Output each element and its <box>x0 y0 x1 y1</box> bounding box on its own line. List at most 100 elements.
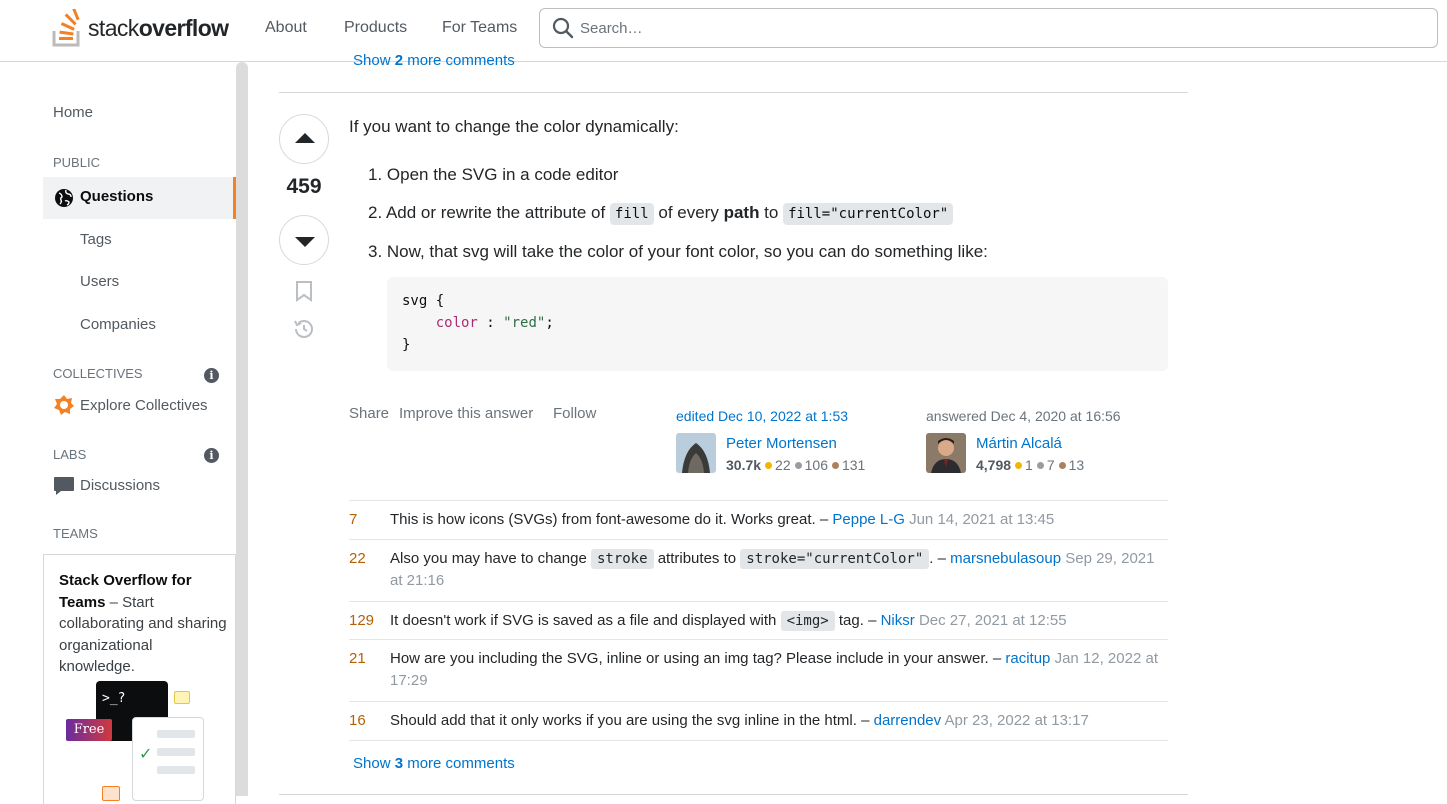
inline-code: fill="currentColor" <box>783 203 954 225</box>
downvote-button[interactable] <box>279 215 329 265</box>
search-input[interactable] <box>580 17 1420 39</box>
prev-show-text: Show <box>353 52 391 69</box>
bold-text: path <box>723 203 760 222</box>
bronze-badge-icon <box>831 462 839 470</box>
list-item-text: 2. Add or rewrite the attribute of <box>368 203 610 222</box>
more-comment-count: 3 <box>394 755 404 772</box>
avatar[interactable] <box>676 433 716 473</box>
answer-intro: If you want to change the color dynamica… <box>349 117 679 136</box>
silver-badge-icon <box>794 462 802 470</box>
list-item: 3. Now, that svg will take the color of … <box>368 242 988 261</box>
share-link[interactable]: Share <box>349 405 389 422</box>
comment-user-link[interactable]: Niksr <box>881 612 915 629</box>
search-icon <box>552 17 574 39</box>
sidebar-item-explore-collectives[interactable]: Explore Collectives <box>80 397 208 414</box>
free-badge: Free <box>66 719 112 741</box>
bronze-badge-icon <box>1058 462 1066 470</box>
inline-code: stroke <box>590 549 654 569</box>
editor-avatar-image <box>676 433 716 473</box>
code-colon: : <box>477 315 504 331</box>
collectives-icon <box>54 395 74 415</box>
follow-link[interactable]: Follow <box>553 405 596 422</box>
comment-user-link[interactable]: Peppe L-G <box>832 511 905 528</box>
editor-user-link[interactable]: Peter Mortensen <box>726 435 837 452</box>
list-item: 2. Add or rewrite the attribute of fill … <box>368 203 954 225</box>
comment-text: How are you including the SVG, inline or… <box>390 650 1006 667</box>
comment-score: 16 <box>349 712 366 729</box>
stackoverflow-logo[interactable]: stackoverflow <box>52 8 238 48</box>
gold-badge-icon <box>765 462 773 470</box>
edited-timestamp[interactable]: edited Dec 10, 2022 at 1:53 <box>676 408 848 424</box>
prev-comment-count: 2 <box>394 52 404 69</box>
sidebar-item-questions-label: Questions <box>80 188 154 205</box>
nav-about[interactable]: About <box>265 19 307 37</box>
sidebar-item-users[interactable]: Users <box>80 273 119 290</box>
code-line: svg { <box>402 293 445 309</box>
sidebar-heading-public: PUBLIC <box>53 155 100 170</box>
sidebar-item-home[interactable]: Home <box>53 104 93 121</box>
list-item: 1. Open the SVG in a code editor <box>368 165 619 184</box>
comment-user-link[interactable]: darrendev <box>874 712 942 729</box>
answered-timestamp: answered Dec 4, 2020 at 16:56 <box>926 408 1121 424</box>
author-rep-score: 4,798 <box>976 457 1012 473</box>
collectives-info-icon[interactable]: i <box>204 368 219 383</box>
comment: 22 Also you may have to change stroke at… <box>349 539 1168 600</box>
inline-code: stroke="currentColor" <box>740 549 930 569</box>
avatar[interactable] <box>926 433 966 473</box>
upvote-button[interactable] <box>279 114 329 164</box>
sidebar-item-discussions[interactable]: Discussions <box>80 477 160 494</box>
sidebar-scrollbar[interactable] <box>236 62 248 796</box>
answer-divider <box>279 794 1188 795</box>
improve-answer-link[interactable]: Improve this answer <box>399 405 533 422</box>
prev-more-text: more comments <box>407 52 515 69</box>
code-block: svg { color : "red"; } <box>387 277 1168 371</box>
comment-text: This is how icons (SVGs) from font-aweso… <box>390 511 833 528</box>
show-more-comments[interactable]: Show 3 more comments <box>353 755 515 772</box>
comment-text: Also you may have to change <box>390 550 591 567</box>
author-user-link[interactable]: Mártin Alcalá <box>976 435 1062 452</box>
comment: 21 How are you including the SVG, inline… <box>349 639 1168 701</box>
comment-date[interactable]: Jun 14, 2021 at 13:45 <box>909 511 1054 528</box>
comment-score: 7 <box>349 511 358 528</box>
author-avatar-image <box>926 433 966 473</box>
comment: 7 This is how icons (SVGs) from font-awe… <box>349 500 1168 538</box>
search-box[interactable] <box>539 8 1438 48</box>
author-gold-count: 1 <box>1025 457 1033 473</box>
editor-silver-count: 106 <box>804 457 828 473</box>
top-bar: stackoverflow About Products For Teams <box>0 0 1447 62</box>
nav-products[interactable]: Products <box>344 19 407 37</box>
teams-promo-text: Stack Overflow for Teams – Start collabo… <box>59 570 229 678</box>
comment-date[interactable]: Dec 27, 2021 at 12:55 <box>919 612 1067 629</box>
code-string: "red" <box>503 315 546 331</box>
teams-illustration: >_? ✓ Free <box>66 681 216 801</box>
logo-wordmark-light: stack <box>88 14 139 41</box>
check-icon: ✓ <box>139 746 153 763</box>
note-icon <box>102 786 120 801</box>
checklist-card: ✓ <box>132 717 204 801</box>
bookmark-icon[interactable] <box>294 280 314 302</box>
editor-gold-count: 22 <box>775 457 791 473</box>
sidebar-item-questions[interactable]: Questions <box>43 177 236 219</box>
list-item-text: to <box>759 203 784 222</box>
editor-rep-score: 30.7k <box>726 457 762 473</box>
chat-bubble-icon <box>174 691 190 704</box>
terminal-prompt: >_? <box>102 691 126 706</box>
show-more-comments-previous[interactable]: Show 2 more comments <box>353 52 515 69</box>
comment-user-link[interactable]: racitup <box>1005 650 1050 667</box>
stackoverflow-logo-icon <box>52 9 80 47</box>
globe-icon <box>55 189 73 207</box>
author-reputation: 4,798 1 7 13 <box>976 457 1084 473</box>
comment-date[interactable]: Apr 23, 2022 at 13:17 <box>945 712 1089 729</box>
history-icon[interactable] <box>292 317 316 341</box>
answer-divider <box>279 92 1188 93</box>
comment-body: This is how icons (SVGs) from font-aweso… <box>390 509 1160 531</box>
inline-code: fill <box>609 203 654 225</box>
comment-user-link[interactable]: marsnebulasoup <box>950 550 1061 567</box>
sidebar-item-companies[interactable]: Companies <box>80 316 156 333</box>
comment-text: It doesn't work if SVG is saved as a fil… <box>390 612 781 629</box>
nav-for-teams[interactable]: For Teams <box>442 19 517 37</box>
sidebar-item-tags[interactable]: Tags <box>80 231 112 248</box>
vote-count: 459 <box>286 175 322 198</box>
labs-info-icon[interactable]: i <box>204 448 219 463</box>
comment: 129 It doesn't work if SVG is saved as a… <box>349 601 1168 639</box>
